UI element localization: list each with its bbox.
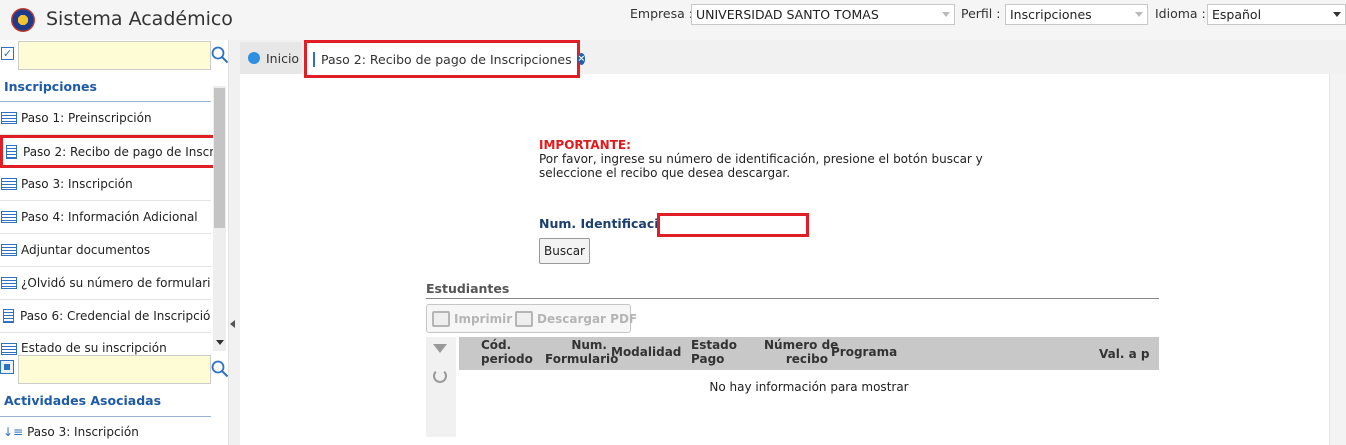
list-icon [1,211,17,223]
idioma-select[interactable]: Español [1207,4,1346,25]
sort-icon: ↓≡ [3,424,24,439]
pdf-icon [515,311,533,327]
list-icon [1,112,17,124]
module-icon [0,360,14,374]
col-label: Num. [571,338,607,352]
sidebar-item-label: Paso 3: Inscripción [27,424,139,439]
col-label: Cód. [481,338,512,352]
search-icon[interactable] [211,360,229,378]
refresh-icon[interactable] [433,369,447,383]
list-icon [1,244,17,256]
sidebar-item-paso1[interactable]: Paso 1: Preinscripción [0,102,211,135]
sidebar-item-label: Paso 1: Preinscripción [21,111,152,125]
perfil-label: Perfil : [961,6,1001,21]
col-val-pago[interactable]: Val. a p [1099,347,1149,361]
scroll-down-icon[interactable] [216,340,224,345]
sidebar-filter-input-2[interactable] [18,355,211,384]
col-label: Estado [691,338,738,352]
list-icon [1,343,17,355]
students-section-title: Estudiantes [426,281,510,296]
col-label: periodo [481,352,533,366]
chevron-down-icon [1333,12,1341,17]
home-dot-icon [248,52,260,64]
tab-label: Paso 2: Recibo de pago de Inscripciones [321,51,572,67]
idioma-value: Español [1212,7,1262,22]
empresa-label: Empresa : [630,6,693,21]
sidebar-item-olvido[interactable]: ¿Olvidó su número de formulario [0,267,211,300]
sidebar-item-label: Paso 3: Inscripción [21,177,133,191]
close-icon[interactable]: × [577,53,586,65]
col-modalidad[interactable]: Modalidad [611,345,681,359]
sidebar-item-paso3[interactable]: Paso 3: Inscripción [0,168,211,201]
university-logo [11,8,35,32]
empresa-value: UNIVERSIDAD SANTO TOMAS [696,7,879,22]
sidebar-item-label: Estado de su inscripción [21,341,167,355]
col-estado-pago[interactable]: Estado Pago [691,338,737,366]
filter-icon[interactable] [433,344,447,353]
sidebar-item-label: Paso 4: Información Adicional [21,210,198,224]
sidebar-item-label: Adjuntar documentos [21,243,151,257]
perfil-select[interactable]: Inscripciones [1005,4,1148,25]
col-programa[interactable]: Programa [831,345,897,359]
list-icon [1,277,17,289]
sidebar-item-label: Paso 6: Credencial de Inscripción [20,309,211,323]
search-button[interactable]: Buscar [539,238,590,264]
print-label: Imprimir [454,312,513,326]
content-scrollbar[interactable] [1329,74,1346,445]
app-title: Sistema Académico [46,8,233,30]
sidebar-item-paso4[interactable]: Paso 4: Información Adicional [0,201,211,234]
document-icon [313,51,315,67]
divider [426,298,1159,299]
col-num-formulario[interactable]: Num. Formulario [545,338,619,366]
tab-label: Inicio [266,50,300,66]
important-title: IMPORTANTE: [539,138,631,152]
important-text: Por favor, ingrese su número de identifi… [539,152,983,180]
col-numero-recibo[interactable]: Número de recibo [764,338,839,366]
empresa-select[interactable]: UNIVERSIDAD SANTO TOMAS [691,4,955,25]
chevron-left-icon[interactable] [230,320,235,328]
col-label: Formulario [545,352,619,366]
sidebar-item-paso6[interactable]: Paso 6: Credencial de Inscripción [0,300,211,333]
sidebar-item-estado[interactable]: Estado de su inscripción [0,333,211,355]
sidebar-filter-input[interactable] [18,41,211,70]
list-icon [1,178,17,190]
sidebar-collapse-bar[interactable] [228,40,240,445]
sidebar-item-actividad-paso3[interactable]: ↓≡ Paso 3: Inscripción [0,418,211,445]
sidebar-item-label: ¿Olvidó su número de formulario [21,276,211,290]
divider [0,416,211,417]
scrollbar-thumb[interactable] [214,88,225,228]
printer-icon [432,311,450,327]
tab-paso2[interactable]: Paso 2: Recibo de pago de Inscripciones … [304,40,586,78]
checkbox-icon[interactable]: ✓ [1,47,14,60]
idioma-label: Idioma : [1155,6,1206,21]
pdf-label: Descargar PDF [537,312,638,326]
chevron-down-icon [1135,12,1143,17]
tab-inicio[interactable]: Inicio [240,42,302,74]
search-icon[interactable] [211,46,229,64]
sidebar-item-label: Paso 2: Recibo de pago de Inscrip [23,144,216,159]
chevron-down-icon [942,12,950,17]
document-icon [6,144,17,159]
perfil-value: Inscripciones [1010,7,1092,22]
sidebar-item-paso2[interactable]: Paso 2: Recibo de pago de Inscrip [0,135,216,168]
col-cod-periodo[interactable]: Cód. periodo [481,338,533,366]
print-button[interactable]: Imprimir [432,308,512,330]
col-label: Pago [691,352,725,366]
download-pdf-button[interactable]: Descargar PDF [515,308,637,330]
sidebar-item-adjuntar[interactable]: Adjuntar documentos [0,234,211,267]
id-number-input[interactable] [657,213,809,237]
document-icon [3,309,14,323]
col-label: recibo [785,352,828,366]
empty-grid-message: No hay información para mostrar [709,380,909,394]
col-label: Número de [764,338,839,352]
sidebar-section-inscripciones: Inscripciones [4,79,97,94]
sidebar-section-actividades: Actividades Asociadas [4,393,162,408]
